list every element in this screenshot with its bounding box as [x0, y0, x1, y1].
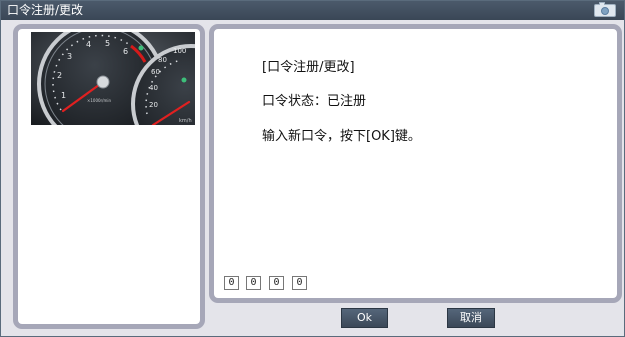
- cancel-button[interactable]: 取消: [447, 308, 495, 328]
- tachometer-hub: [96, 75, 110, 89]
- instruction-text: 输入新口令，按下[OK]键。: [262, 129, 421, 144]
- camera-icon[interactable]: [594, 2, 616, 17]
- camera-icon-bump: [599, 2, 605, 5]
- tach-unit-label: ×1000r/min: [87, 98, 112, 103]
- speed-unit-label: km/h: [179, 118, 192, 124]
- password-dialog-window: 口令注册/更改 1 2 3 4 5 6 ×1000r/min 20 40 60 …: [0, 0, 625, 337]
- tach-label-4: 4: [86, 40, 91, 49]
- tach-label-5: 5: [105, 39, 110, 48]
- speed-label-60: 60: [151, 68, 160, 76]
- tach-label-2: 2: [57, 71, 62, 80]
- speed-label-100: 100: [173, 47, 186, 55]
- camera-icon-lens: [601, 7, 609, 15]
- image-panel: 1 2 3 4 5 6 ×1000r/min 20 40 60 80 100 k…: [13, 24, 205, 329]
- password-digit-2[interactable]: 0: [246, 276, 261, 290]
- password-digit-4[interactable]: 0: [292, 276, 307, 290]
- speed-label-40: 40: [149, 84, 158, 92]
- ok-button[interactable]: Ok: [341, 308, 388, 328]
- speedometer-image: 1 2 3 4 5 6 ×1000r/min 20 40 60 80 100 k…: [31, 32, 195, 125]
- tach-label-1: 1: [61, 91, 66, 100]
- indicator-light: [181, 77, 187, 83]
- password-digit-3[interactable]: 0: [269, 276, 284, 290]
- speed-label-80: 80: [158, 56, 167, 64]
- tach-label-6: 6: [123, 47, 128, 56]
- password-digit-1[interactable]: 0: [224, 276, 239, 290]
- message-panel: [口令注册/更改] 口令状态：已注册 输入新口令，按下[OK]键。 0 0 0 …: [209, 24, 622, 303]
- window-title: 口令注册/更改: [7, 3, 84, 17]
- indicator-light-top: [138, 45, 144, 51]
- dialog-heading: [口令注册/更改]: [262, 60, 355, 75]
- title-bar: 口令注册/更改: [1, 1, 624, 20]
- tach-label-3: 3: [67, 52, 72, 61]
- speed-label-20: 20: [149, 101, 158, 109]
- password-status-text: 口令状态：已注册: [262, 94, 367, 109]
